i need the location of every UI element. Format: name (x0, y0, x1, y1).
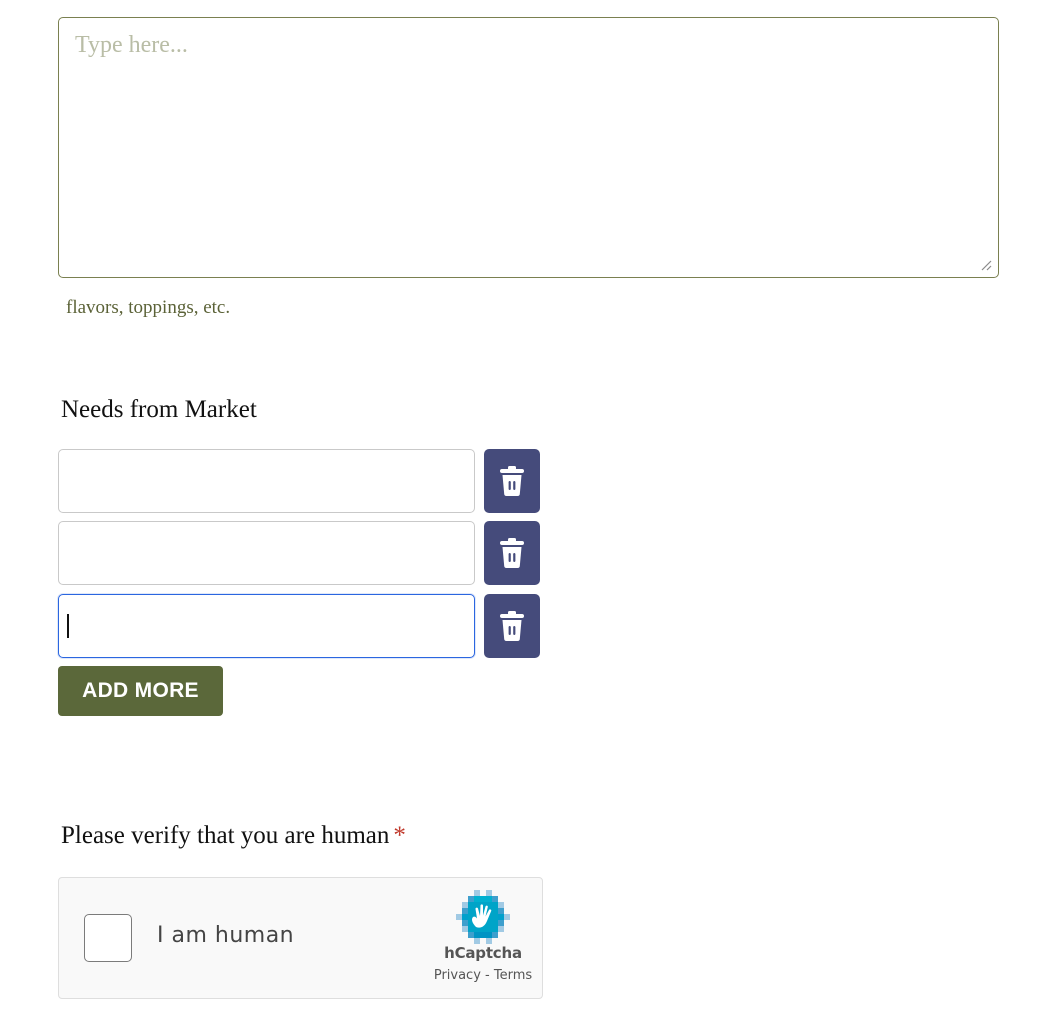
captcha-checkbox-label: I am human (157, 923, 295, 948)
captcha-checkbox[interactable] (84, 914, 132, 962)
delete-item-button[interactable] (484, 449, 540, 513)
captcha-links: Privacy - Terms (425, 968, 541, 983)
market-item-input-focused[interactable] (58, 594, 475, 658)
required-marker: * (393, 822, 406, 849)
verify-human-label: Please verify that you are human * (61, 822, 406, 850)
trash-icon (500, 611, 524, 641)
terms-link[interactable]: Terms (494, 968, 532, 983)
trash-icon (500, 466, 524, 496)
resize-handle-icon[interactable] (980, 259, 992, 271)
notes-textarea[interactable] (59, 18, 998, 277)
market-item-input[interactable] (58, 449, 475, 513)
market-item-row (58, 449, 540, 513)
market-needs-label: Needs from Market (61, 396, 257, 423)
add-more-button[interactable]: ADD MORE (58, 666, 223, 716)
hcaptcha-brand: hCaptcha (444, 944, 522, 962)
privacy-link[interactable]: Privacy (434, 968, 481, 983)
delete-item-button[interactable] (484, 521, 540, 585)
market-item-row (58, 521, 540, 585)
hcaptcha-hand-icon (456, 890, 510, 944)
text-caret (67, 614, 69, 638)
notes-textarea-container (58, 17, 999, 278)
market-item-row (58, 594, 540, 658)
market-item-input[interactable] (58, 521, 475, 585)
notes-hint: flavors, toppings, etc. (66, 297, 231, 318)
verify-human-text: Please verify that you are human (61, 822, 390, 849)
trash-icon (500, 538, 524, 568)
link-separator: - (480, 968, 494, 983)
delete-item-button[interactable] (484, 594, 540, 658)
hcaptcha-widget: I am human hCaptcha Privacy - Terms (58, 877, 543, 999)
